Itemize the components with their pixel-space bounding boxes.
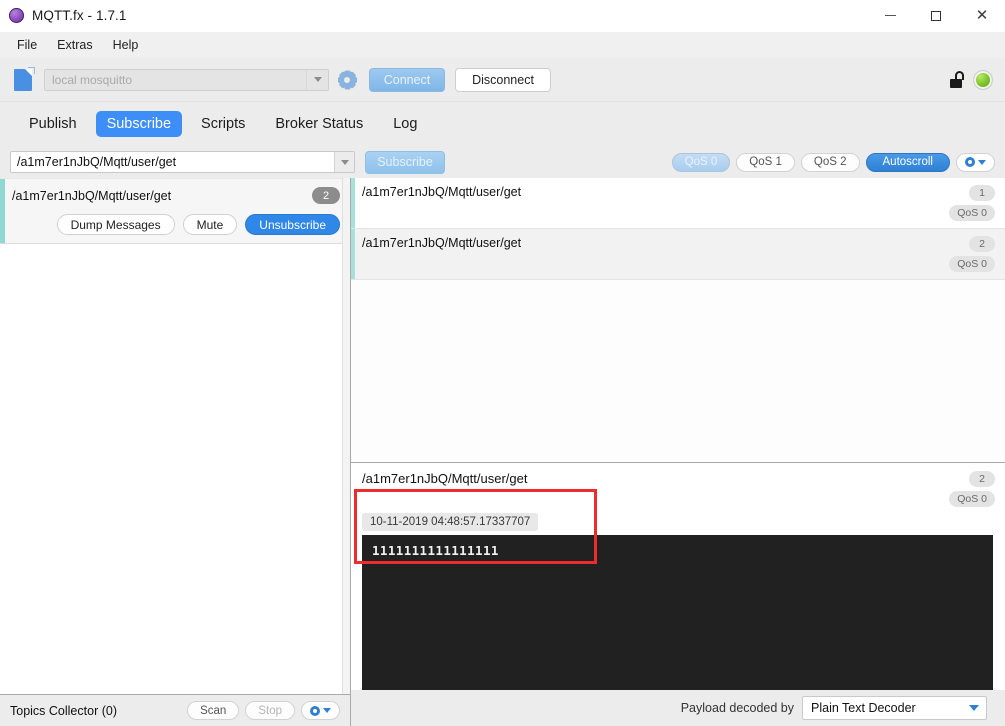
mqttfx-logo-icon [9, 8, 24, 23]
messages-list: /a1m7er1nJbQ/Mqtt/user/get 1 QoS 0 /a1m7… [351, 178, 1005, 463]
subscribe-topic-input[interactable]: /a1m7er1nJbQ/Mqtt/user/get [10, 151, 355, 173]
broker-profile-combobox[interactable]: local mosquitto [44, 68, 329, 91]
subscribe-toolbar: /a1m7er1nJbQ/Mqtt/user/get Subscribe QoS… [0, 146, 1005, 178]
new-file-icon[interactable] [12, 66, 36, 93]
subscribe-topic-dropdown-button[interactable] [334, 152, 354, 172]
payload-decoder-bar: Payload decoded by Plain Text Decoder [351, 690, 1005, 726]
padlock-body [950, 78, 962, 88]
chevron-down-icon [340, 159, 349, 165]
broker-profile-value: local mosquitto [52, 72, 133, 87]
menu-bar: File Extras Help [0, 32, 1005, 58]
tab-publish[interactable]: Publish [18, 111, 88, 137]
message-topic: /a1m7er1nJbQ/Mqtt/user/get [362, 185, 522, 199]
message-detail-panel: /a1m7er1nJbQ/Mqtt/user/get 2 QoS 0 10-11… [351, 463, 1005, 690]
message-meta: 1 QoS 0 [949, 185, 995, 221]
subscribe-options-button[interactable] [956, 152, 995, 172]
payload-decoder-combobox[interactable]: Plain Text Decoder [802, 696, 987, 720]
autoscroll-toggle[interactable]: Autoscroll [865, 152, 950, 172]
subscription-message-count-badge: 2 [312, 187, 340, 204]
title-bar-left: MQTT.fx - 1.7.1 [0, 8, 127, 23]
topics-collector-options-button[interactable] [301, 701, 340, 720]
dump-messages-button[interactable]: Dump Messages [56, 214, 175, 235]
chevron-down-icon [969, 705, 979, 711]
subscription-topic: /a1m7er1nJbQ/Mqtt/user/get [12, 188, 172, 203]
chevron-down-icon [978, 159, 986, 165]
message-detail-topic: /a1m7er1nJbQ/Mqtt/user/get [362, 471, 528, 486]
message-timestamp: 10-11-2019 04:48:57.17337707 [362, 513, 539, 531]
connection-status-led [973, 69, 993, 90]
tab-log[interactable]: Log [382, 111, 428, 137]
payload-decoder-label: Payload decoded by [680, 701, 794, 715]
message-index-badge: 2 [969, 236, 995, 252]
gear-icon [310, 705, 320, 716]
mute-button[interactable]: Mute [182, 214, 238, 235]
broker-profile-dropdown-button[interactable] [306, 69, 328, 90]
menu-item-file[interactable]: File [8, 34, 46, 56]
gear-icon-hub [344, 76, 350, 83]
minimize-icon [884, 15, 896, 16]
tab-scripts[interactable]: Scripts [190, 111, 256, 137]
maximize-icon [931, 10, 941, 21]
subscribe-body: /a1m7er1nJbQ/Mqtt/user/get 2 Dump Messag… [0, 178, 1005, 726]
messages-pane: /a1m7er1nJbQ/Mqtt/user/get 1 QoS 0 /a1m7… [351, 178, 1005, 726]
title-bar: MQTT.fx - 1.7.1 ✕ [0, 0, 1005, 32]
qos-2-button[interactable]: QoS 2 [800, 152, 860, 172]
main-tabs: Publish Subscribe Scripts Broker Status … [0, 102, 1005, 146]
qos-0-button[interactable]: QoS 0 [671, 152, 731, 172]
message-row[interactable]: /a1m7er1nJbQ/Mqtt/user/get 2 QoS 0 [351, 229, 1005, 280]
minimize-button[interactable] [867, 0, 913, 32]
message-topic: /a1m7er1nJbQ/Mqtt/user/get [362, 236, 522, 250]
subscriptions-list: /a1m7er1nJbQ/Mqtt/user/get 2 Dump Messag… [0, 178, 350, 694]
gear-icon [965, 157, 975, 167]
connection-toolbar: local mosquitto Connect Disconnect [0, 58, 1005, 102]
subscription-actions: Dump Messages Mute Unsubscribe [12, 214, 340, 235]
tab-subscribe[interactable]: Subscribe [95, 111, 183, 137]
window-title: MQTT.fx - 1.7.1 [32, 8, 127, 23]
connect-button[interactable]: Connect [369, 67, 445, 92]
maximize-button[interactable] [913, 0, 959, 32]
message-detail-header: /a1m7er1nJbQ/Mqtt/user/get 2 QoS 0 [351, 463, 1005, 509]
subscription-item-header: /a1m7er1nJbQ/Mqtt/user/get 2 [12, 187, 340, 204]
file-icon-corner [28, 66, 35, 74]
message-payload[interactable]: 1111111111111111 [362, 535, 993, 690]
subscribe-topic-value: /a1m7er1nJbQ/Mqtt/user/get [17, 155, 177, 169]
qos-1-button[interactable]: QoS 1 [736, 152, 795, 172]
menu-item-help[interactable]: Help [104, 34, 148, 56]
topics-collector-title: Topics Collector (0) [10, 703, 117, 718]
payload-decoder-dropdown-button[interactable] [962, 705, 986, 711]
payload-decoder-value: Plain Text Decoder [811, 701, 916, 715]
window-controls: ✕ [867, 0, 1005, 32]
subscriptions-scrollbar[interactable] [342, 178, 350, 694]
message-qos-badge: QoS 0 [949, 205, 995, 221]
gear-icon [337, 70, 357, 89]
close-button[interactable]: ✕ [959, 0, 1005, 32]
close-icon: ✕ [975, 7, 989, 24]
disconnect-button[interactable]: Disconnect [455, 67, 551, 92]
menu-item-extras[interactable]: Extras [48, 34, 101, 56]
message-detail-qos-badge: QoS 0 [949, 491, 995, 507]
message-row[interactable]: /a1m7er1nJbQ/Mqtt/user/get 1 QoS 0 [351, 178, 1005, 229]
topics-collector-bar: Topics Collector (0) Scan Stop [0, 694, 350, 726]
mqttfx-window: MQTT.fx - 1.7.1 ✕ File Extras Help local… [0, 0, 1005, 726]
message-qos-badge: QoS 0 [949, 256, 995, 272]
subscribe-button[interactable]: Subscribe [365, 150, 445, 174]
message-detail-meta: 2 QoS 0 [949, 471, 995, 507]
stop-button[interactable]: Stop [245, 701, 295, 720]
scan-button[interactable]: Scan [187, 701, 240, 720]
message-detail-timestamp-row: 10-11-2019 04:48:57.17337707 [351, 509, 1005, 535]
unsubscribe-button[interactable]: Unsubscribe [245, 214, 340, 235]
subscriptions-pane: /a1m7er1nJbQ/Mqtt/user/get 2 Dump Messag… [0, 178, 351, 726]
chevron-down-icon [323, 708, 331, 713]
message-detail-index-badge: 2 [969, 471, 995, 487]
chevron-down-icon [313, 77, 322, 82]
message-index-badge: 1 [969, 185, 995, 201]
unlocked-padlock-icon [948, 70, 966, 89]
subscription-item[interactable]: /a1m7er1nJbQ/Mqtt/user/get 2 Dump Messag… [0, 178, 350, 244]
tab-broker-status[interactable]: Broker Status [264, 111, 374, 137]
message-meta: 2 QoS 0 [949, 236, 995, 272]
connection-settings-button[interactable] [335, 68, 359, 92]
